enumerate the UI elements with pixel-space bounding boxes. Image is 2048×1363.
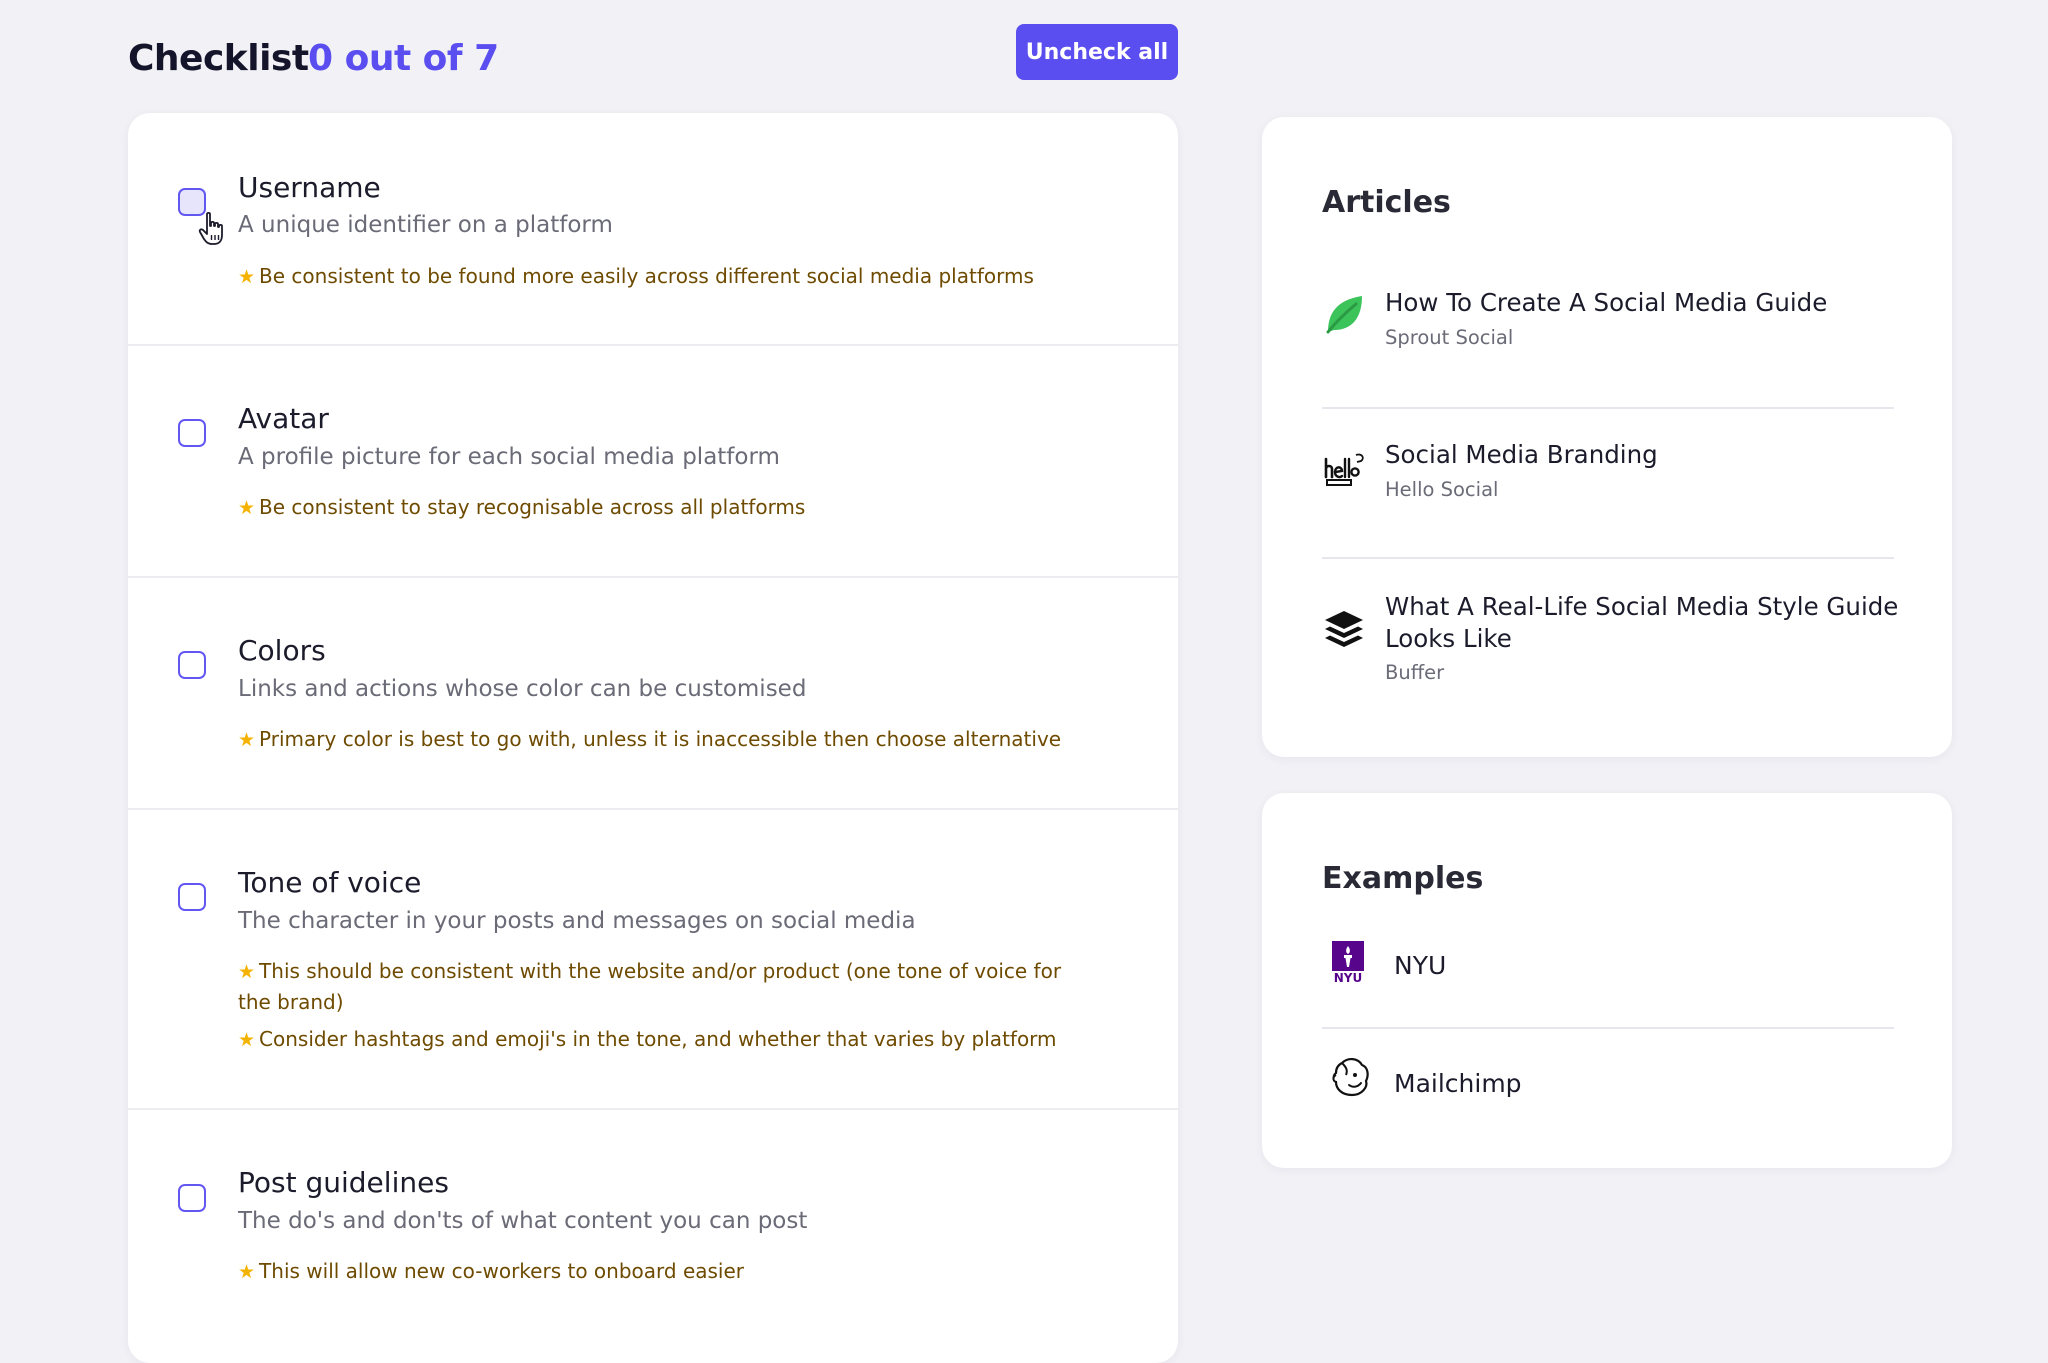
checklist-item-colors: Colors Links and actions whose color can… <box>128 578 1178 810</box>
item-title: Username <box>238 171 381 204</box>
item-tip: ★ This should be consistent with the webs… <box>238 956 1098 1017</box>
example-label: NYU <box>1394 951 1447 980</box>
item-tip: ★ Be consistent to stay recognisable acro… <box>238 492 1098 523</box>
checklist-item-tone-of-voice: Tone of voice The character in your post… <box>128 810 1178 1110</box>
hello-social-logo-icon <box>1324 453 1364 486</box>
nyu-torch-logo-icon: NYU <box>1332 941 1364 985</box>
article-title: How To Create A Social Media Guide <box>1385 288 1828 317</box>
item-description: The do's and don'ts of what content you … <box>238 1208 808 1234</box>
item-title: Post guidelines <box>238 1166 449 1199</box>
star-icon: ★ <box>238 1261 256 1283</box>
article-source: Sprout Social <box>1385 326 1514 349</box>
checklist-card: Username A unique identifier on a platfo… <box>128 113 1178 1363</box>
sprout-social-leaf-icon <box>1326 296 1362 334</box>
page-title: Checklist <box>128 38 309 79</box>
star-icon: ★ <box>238 1029 256 1051</box>
nyu-logo-text: NYU <box>1333 971 1363 985</box>
example-link-nyu[interactable]: NYU NYU <box>1322 933 1894 1029</box>
checkbox-avatar[interactable] <box>178 419 206 447</box>
article-link-sprout-social[interactable]: How To Create A Social Media Guide Sprou… <box>1322 287 1894 409</box>
item-title: Tone of voice <box>238 866 422 899</box>
article-source: Buffer <box>1385 661 1445 684</box>
tip-text: Be consistent to stay recognisable acros… <box>259 495 806 519</box>
hand-pointer-cursor-icon <box>198 211 223 245</box>
checkbox-colors[interactable] <box>178 651 206 679</box>
checkbox-post-guidelines[interactable] <box>178 1184 206 1212</box>
checklist-item-username: Username A unique identifier on a platfo… <box>128 113 1178 346</box>
progress-counter: 0 out of 7 <box>308 38 499 79</box>
item-tip: ★ Primary color is best to go with, unles… <box>238 724 1098 755</box>
examples-heading: Examples <box>1322 861 1484 896</box>
checklist-item-post-guidelines: Post guidelines The do's and don'ts of w… <box>128 1110 1178 1363</box>
item-description: The character in your posts and messages… <box>238 908 916 934</box>
tip-text: This should be consistent with the websi… <box>238 959 1062 1014</box>
item-description: A profile picture for each social media … <box>238 444 780 470</box>
item-description: A unique identifier on a platform <box>238 212 613 238</box>
item-description: Links and actions whose color can be cus… <box>238 676 807 702</box>
articles-card: Articles How To Create A Social Media Gu… <box>1262 117 1952 757</box>
uncheck-all-button[interactable]: Uncheck all <box>1016 24 1178 80</box>
mailchimp-freddie-logo-icon <box>1332 1058 1369 1097</box>
star-icon: ★ <box>238 497 256 519</box>
article-link-buffer[interactable]: What A Real-Life Social Media Style Guid… <box>1322 591 1898 701</box>
star-icon: ★ <box>238 961 256 983</box>
article-title: What A Real-Life Social Media Style Guid… <box>1385 592 1899 653</box>
item-tip: ★ Be consistent to be found more easily a… <box>238 261 1098 292</box>
examples-card: Examples NYU NYU Mailchimp <box>1262 793 1952 1168</box>
example-link-mailchimp[interactable]: Mailchimp <box>1322 1055 1894 1135</box>
checklist-item-avatar: Avatar A profile picture for each social… <box>128 346 1178 578</box>
checkbox-tone-of-voice[interactable] <box>178 883 206 911</box>
star-icon: ★ <box>238 729 256 751</box>
article-source: Hello Social <box>1385 478 1499 501</box>
article-link-hello-social[interactable]: Social Media Branding Hello Social <box>1322 439 1894 559</box>
star-icon: ★ <box>238 266 256 288</box>
tip-text: Be consistent to be found more easily ac… <box>259 264 1034 288</box>
tip-text: Primary color is best to go with, unless… <box>259 727 1062 751</box>
example-label: Mailchimp <box>1394 1069 1522 1098</box>
item-tip: ★ This will allow new co-workers to onboa… <box>238 1256 1098 1287</box>
item-title: Avatar <box>238 402 329 435</box>
tip-text: This will allow new co-workers to onboar… <box>259 1259 745 1283</box>
checklist-header: Checklist 0 out of 7 Uncheck all <box>128 24 1178 85</box>
item-title: Colors <box>238 634 326 667</box>
buffer-stack-icon <box>1325 611 1363 647</box>
articles-heading: Articles <box>1322 185 1451 220</box>
article-title: Social Media Branding <box>1385 440 1658 469</box>
tip-text: Consider hashtags and emoji's in the ton… <box>259 1027 1057 1051</box>
item-tip: ★ Consider hashtags and emoji's in the to… <box>238 1024 1098 1055</box>
